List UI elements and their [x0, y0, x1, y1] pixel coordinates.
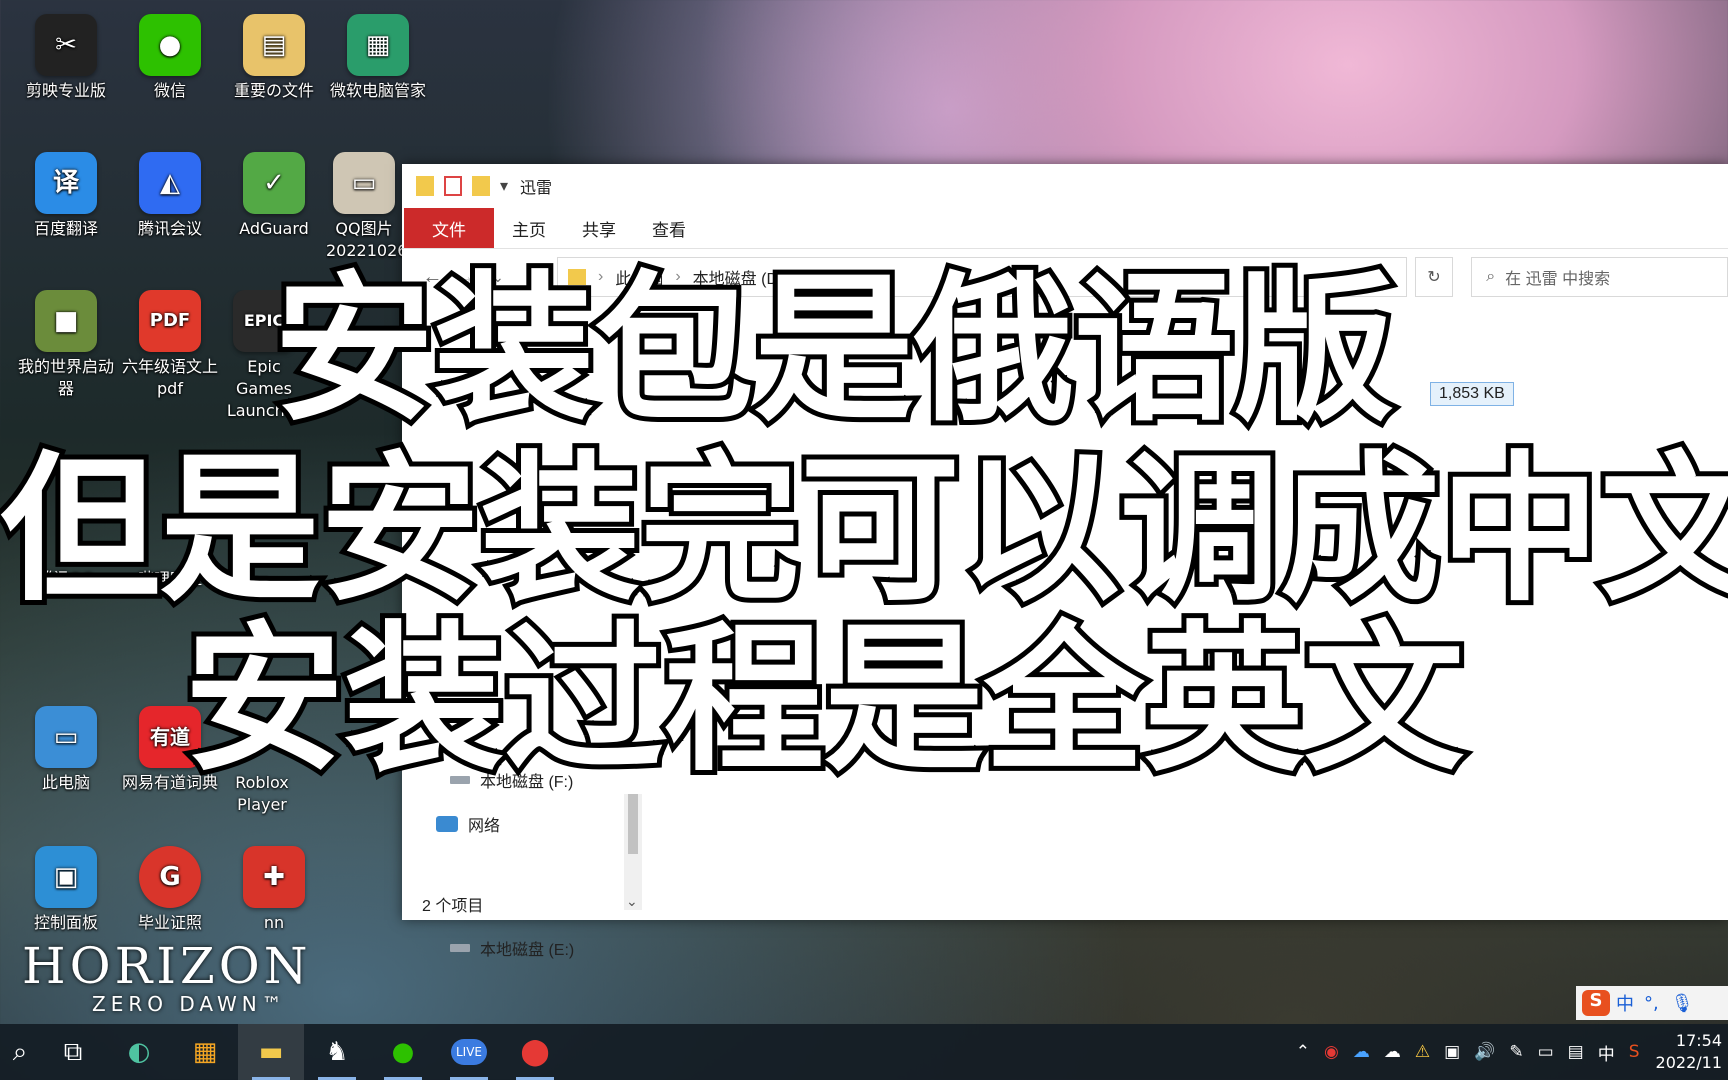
- desktop-icon-wechat[interactable]: ● 微信: [118, 14, 222, 102]
- cloud-icon[interactable]: ☁: [1384, 1042, 1401, 1062]
- ribbon-tabs: 文件 主页 共享 查看: [402, 208, 1728, 249]
- window-title: 迅雷: [520, 180, 553, 197]
- desktop-icon-label: 重要の文件: [233, 81, 314, 100]
- recorder-icon[interactable]: ⬤: [502, 1024, 568, 1080]
- ime-punct[interactable]: °,: [1644, 993, 1659, 1014]
- desktop-icon-baidu-translate[interactable]: 译 百度翻译: [14, 152, 118, 240]
- folder-icon: ▤: [243, 14, 305, 76]
- desktop-icon-adguard[interactable]: ✓ AdGuard: [222, 152, 326, 240]
- display-icon[interactable]: ▣: [1444, 1042, 1460, 1062]
- desktop-icon-nn[interactable]: ✚ nn: [222, 846, 326, 934]
- desktop-icon-graduation[interactable]: G 毕业证照: [118, 846, 222, 934]
- file-explorer-icon[interactable]: ▬: [238, 1024, 304, 1080]
- item-count: 2 个项目: [422, 898, 484, 915]
- wechat-icon[interactable]: ●: [370, 1024, 436, 1080]
- drive-icon: [450, 944, 470, 952]
- sogou-tray-icon[interactable]: S: [1629, 1042, 1640, 1062]
- volume-icon[interactable]: 🔊: [1474, 1042, 1495, 1062]
- desktop-icon-label: 毕业证照: [137, 913, 202, 932]
- nav-item-network[interactable]: 网络: [436, 812, 500, 836]
- desktop-icon-important-files[interactable]: ▤ 重要の文件: [222, 14, 326, 102]
- desktop-icon-pc-manager[interactable]: ▦ 微软电脑管家: [326, 14, 430, 102]
- game-logo-subtitle: ZERO DAWN™: [92, 992, 287, 1016]
- quick-access-dropdown-icon[interactable]: ▾: [500, 176, 508, 196]
- store-icon[interactable]: ▦: [172, 1024, 238, 1080]
- desktop-icon-label: 剪映专业版: [25, 81, 106, 100]
- desktop-icon-label: 腾讯会议: [137, 219, 202, 238]
- tab-file[interactable]: 文件: [404, 208, 494, 248]
- live-icon[interactable]: LIVE: [436, 1024, 502, 1080]
- image-icon: ▭: [333, 152, 395, 214]
- clock[interactable]: 17:54 2022/11: [1656, 1030, 1728, 1074]
- desktop-icon-label: 百度翻译: [33, 219, 98, 238]
- game-logo: HORIZON ZERO DAWN™: [22, 940, 311, 1016]
- shield-grid-icon: ▦: [347, 14, 409, 76]
- pen-icon[interactable]: ✎: [1509, 1042, 1523, 1062]
- desktop-icon-label: nn: [263, 913, 285, 932]
- onedrive-icon[interactable]: ☁: [1353, 1042, 1370, 1062]
- desktop-icon-qq-image[interactable]: ▭ QQ图片20221026: [326, 152, 402, 262]
- caption-line-3: 安装过程是全英文: [179, 606, 1469, 793]
- nn-accelerator-icon: ✚: [243, 846, 305, 908]
- title-bar: ▾ 迅雷: [402, 164, 1728, 208]
- record-status-icon[interactable]: ◉: [1324, 1042, 1339, 1062]
- desktop-icon-jianying[interactable]: ✂ 剪映专业版: [14, 14, 118, 102]
- network-icon: [436, 816, 458, 832]
- network-icon[interactable]: ▤: [1568, 1042, 1584, 1062]
- shield-check-icon: ✓: [243, 152, 305, 214]
- desktop-icon-label: 控制面板: [33, 913, 98, 932]
- tray-overflow-icon[interactable]: ⌃: [1296, 1042, 1310, 1062]
- desktop-icon-label: 微信: [153, 81, 186, 100]
- scissors-icon: ✂: [35, 14, 97, 76]
- game-icon[interactable]: ♞: [304, 1024, 370, 1080]
- clock-date: 2022/11: [1655, 1053, 1722, 1072]
- taskbar: ⌕ ⧉ ◐ ▦ ▬ ♞ ● LIVE ⬤ ⌃ ◉ ☁ ☁ ⚠ ▣ 🔊 ✎ ▭ ▤…: [0, 1024, 1728, 1080]
- edge-icon[interactable]: ◐: [106, 1024, 172, 1080]
- game-logo-title: HORIZON: [22, 937, 312, 995]
- microphone-icon[interactable]: 🎙: [1671, 993, 1694, 1014]
- nav-item-label: 网络: [468, 818, 501, 835]
- desktop-icon-label: AdGuard: [239, 219, 309, 238]
- ime-mode[interactable]: 中: [1616, 990, 1634, 1016]
- search-icon[interactable]: ⌕: [0, 1024, 40, 1080]
- chat-bubbles-icon: ●: [139, 14, 201, 76]
- desktop-icon-tencent-meeting[interactable]: ◭ 腾讯会议: [118, 152, 222, 240]
- caption-line-1: 安装包是俄语版: [269, 256, 1399, 443]
- tab-share[interactable]: 共享: [564, 208, 634, 248]
- battery-icon[interactable]: ▭: [1538, 1042, 1554, 1062]
- clock-time: 17:54: [1675, 1031, 1722, 1050]
- caption-line-2: 但是安装完可以调成中文: [0, 436, 1728, 623]
- sogou-icon: S: [1582, 990, 1610, 1016]
- nav-scrollbar[interactable]: ⌄: [624, 794, 642, 910]
- live-badge: LIVE: [450, 1039, 487, 1065]
- tab-home[interactable]: 主页: [494, 208, 564, 248]
- properties-icon[interactable]: [444, 176, 462, 196]
- status-bar: 2 个项目: [422, 892, 483, 920]
- folder-icon: [416, 176, 434, 196]
- scroll-down-icon[interactable]: ⌄: [626, 893, 638, 910]
- meeting-icon: ◭: [139, 152, 201, 214]
- nav-item-label: 本地磁盘 (E:): [480, 942, 575, 959]
- ime-toolbar[interactable]: S 中 °, 🎙: [1576, 986, 1728, 1020]
- desktop-icon-control-panel[interactable]: ▣ 控制面板: [14, 846, 118, 934]
- new-folder-icon[interactable]: [472, 176, 490, 196]
- control-panel-icon: ▣: [35, 846, 97, 908]
- nav-item-drive-e[interactable]: 本地磁盘 (E:): [450, 936, 574, 960]
- graduation-photo-icon: G: [139, 846, 201, 908]
- translate-icon: 译: [35, 152, 97, 214]
- tab-view[interactable]: 查看: [634, 208, 704, 248]
- system-tray: ⌃ ◉ ☁ ☁ ⚠ ▣ 🔊 ✎ ▭ ▤ 中 S 17:54 2022/11: [1282, 1024, 1728, 1080]
- input-language[interactable]: 中: [1598, 1040, 1615, 1065]
- task-view-icon[interactable]: ⧉: [40, 1024, 106, 1080]
- warning-icon[interactable]: ⚠: [1415, 1042, 1430, 1062]
- desktop-icon-label: 微软电脑管家: [329, 81, 426, 100]
- scrollbar-thumb[interactable]: [628, 794, 638, 854]
